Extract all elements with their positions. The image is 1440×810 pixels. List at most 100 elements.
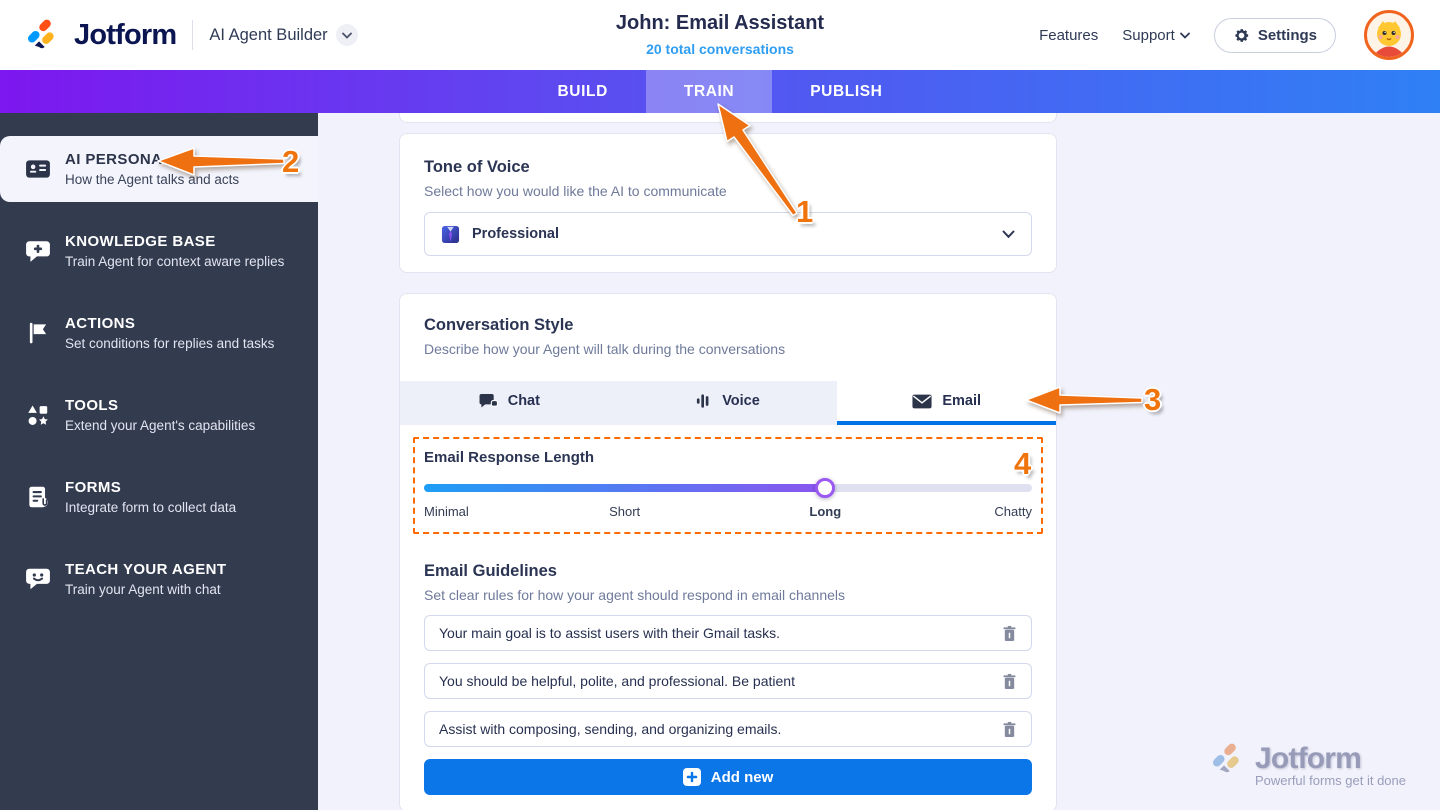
- jotform-watermark: Jotform Powerful forms get it done: [1211, 741, 1406, 788]
- trash-icon: [1003, 673, 1016, 689]
- settings-button[interactable]: Settings: [1213, 17, 1336, 53]
- conversation-style-subtitle: Describe how your Agent will talk during…: [424, 341, 786, 357]
- sidebar-item-subtitle: Extend your Agent's capabilities: [65, 418, 256, 433]
- settings-label: Settings: [1257, 26, 1317, 44]
- sidebar-item-subtitle: Set conditions for replies and tasks: [65, 336, 275, 351]
- slider-handle[interactable]: [815, 478, 836, 498]
- tone-of-voice-title: Tone of Voice: [424, 158, 530, 176]
- jotform-logo[interactable]: Jotform: [26, 17, 177, 53]
- gear-icon: [1235, 28, 1248, 42]
- support-menu[interactable]: Support: [1122, 27, 1190, 44]
- delete-guideline-button[interactable]: [1002, 721, 1017, 738]
- sidebar-item-subtitle: How the Agent talks and acts: [65, 172, 240, 187]
- slider-label-long[interactable]: Long: [809, 504, 841, 519]
- slider-label-short[interactable]: Short: [609, 504, 640, 519]
- email-response-length-section: Email Response Length Minimal Short Long…: [413, 437, 1043, 534]
- sidebar-item-ai-persona[interactable]: AI PERSONA How the Agent talks and acts: [0, 136, 318, 202]
- delete-guideline-button[interactable]: [1002, 673, 1017, 690]
- jotform-watermark-icon: [1212, 743, 1239, 773]
- slider-label-minimal[interactable]: Minimal: [424, 504, 469, 519]
- tab-train[interactable]: TRAIN: [645, 70, 773, 113]
- guideline-input[interactable]: Assist with composing, sending, and orga…: [424, 711, 1032, 747]
- chat-smile-icon: [26, 568, 50, 590]
- tab-build[interactable]: BUILD: [520, 70, 646, 113]
- sidebar-item-title: ACTIONS: [65, 315, 136, 332]
- ai-agent-builder-page: Jotform AI Agent Builder John: Email Ass…: [0, 0, 1440, 810]
- sidebar-item-knowledge-base[interactable]: KNOWLEDGE BASE Train Agent for context a…: [0, 218, 318, 284]
- tab-chat[interactable]: Chat: [400, 381, 619, 425]
- jotform-logo-icon: [27, 19, 54, 49]
- train-sidebar: AI PERSONA How the Agent talks and acts …: [0, 113, 318, 810]
- conversation-style-title: Conversation Style: [424, 316, 574, 334]
- email-guidelines-section: Email Guidelines Set clear rules for how…: [400, 562, 1056, 747]
- id-card-icon: [26, 160, 50, 178]
- agent-title: John: Email Assistant: [615, 12, 825, 34]
- watermark-brand: Jotform: [1254, 742, 1362, 775]
- sidebar-item-actions[interactable]: ACTIONS Set conditions for replies and t…: [0, 300, 318, 366]
- email-response-length-title: Email Response Length: [424, 449, 595, 466]
- email-guidelines-subtitle: Set clear rules for how your agent shoul…: [424, 587, 846, 603]
- chevron-down-icon: [1002, 230, 1015, 238]
- sidebar-item-title: KNOWLEDGE BASE: [65, 233, 216, 250]
- scrolled-card-edge: [399, 113, 1057, 123]
- support-label: Support: [1122, 26, 1175, 44]
- conversation-style-card: Conversation Style Describe how your Age…: [399, 293, 1057, 810]
- watermark-tagline: Powerful forms get it done: [1254, 773, 1406, 788]
- tab-publish[interactable]: PUBLISH: [772, 70, 920, 113]
- sidebar-item-title: AI PERSONA: [65, 151, 163, 168]
- sidebar-item-title: TEACH YOUR AGENT: [65, 561, 227, 578]
- header-actions: Features Support Settings: [1039, 10, 1414, 60]
- user-avatar[interactable]: [1364, 10, 1414, 60]
- sidebar-item-title: TOOLS: [65, 397, 119, 414]
- trash-icon: [1003, 721, 1016, 737]
- sidebar-item-tools[interactable]: TOOLS Extend your Agent's capabilities: [0, 382, 318, 448]
- builder-stage-nav: BUILD TRAIN PUBLISH: [0, 70, 1440, 113]
- jotform-wordmark: Jotform: [74, 18, 177, 51]
- slider-label-chatty[interactable]: Chatty: [994, 504, 1032, 519]
- agent-header: John: Email Assistant 20 total conversat…: [616, 12, 824, 57]
- sidebar-item-subtitle: Train your Agent with chat: [65, 582, 221, 597]
- professional-tie-icon: [441, 225, 460, 243]
- tab-voice-label: Voice: [722, 393, 760, 409]
- voice-bars-icon: [697, 394, 709, 408]
- chevron-down-icon: [1179, 32, 1190, 39]
- delete-guideline-button[interactable]: [1002, 625, 1017, 642]
- flag-icon: [29, 322, 47, 344]
- sidebar-item-subtitle: Train Agent for context aware replies: [65, 254, 285, 269]
- features-link[interactable]: Features: [1039, 27, 1098, 44]
- bubble-plus-icon: [26, 241, 50, 262]
- sidebar-item-subtitle: Integrate form to collect data: [65, 500, 237, 515]
- plus-icon: [682, 768, 701, 786]
- envelope-icon: [912, 394, 932, 408]
- tab-chat-label: Chat: [507, 393, 540, 409]
- guideline-text: Assist with composing, sending, and orga…: [439, 721, 782, 737]
- sidebar-item-title: FORMS: [65, 479, 122, 496]
- conversation-count[interactable]: 20 total conversations: [616, 41, 824, 57]
- train-content: Tone of Voice Select how you would like …: [318, 113, 1440, 810]
- shapes-icon: [28, 405, 48, 425]
- product-switcher[interactable]: AI Agent Builder: [209, 24, 358, 46]
- add-new-label: Add new: [710, 768, 774, 786]
- guideline-input[interactable]: You should be helpful, polite, and profe…: [424, 663, 1032, 699]
- email-guidelines-title: Email Guidelines: [424, 562, 557, 580]
- slider-labels: Minimal Short Long Chatty: [424, 504, 1032, 520]
- add-new-guideline-button[interactable]: Add new: [424, 759, 1032, 795]
- tab-email[interactable]: Email: [837, 381, 1057, 425]
- product-name: AI Agent Builder: [209, 25, 328, 44]
- sidebar-item-forms[interactable]: FORMS Integrate form to collect data: [0, 464, 318, 530]
- guideline-text: Your main goal is to assist users with t…: [439, 625, 781, 641]
- channel-tabs: Chat Voice Email: [400, 381, 1057, 425]
- form-paperclip-icon: [29, 486, 48, 508]
- guideline-input[interactable]: Your main goal is to assist users with t…: [424, 615, 1032, 651]
- trash-icon: [1003, 625, 1016, 641]
- sidebar-item-teach-your-agent[interactable]: TEACH YOUR AGENT Train your Agent with c…: [0, 546, 318, 612]
- tab-email-label: Email: [942, 393, 982, 409]
- slider-fill: [424, 484, 826, 492]
- tone-selected-value: Professional: [472, 226, 560, 242]
- tone-select[interactable]: Professional: [424, 212, 1032, 256]
- response-length-slider[interactable]: [424, 478, 1032, 498]
- app-header: Jotform AI Agent Builder John: Email Ass…: [0, 0, 1440, 70]
- chevron-down-icon[interactable]: [335, 24, 358, 46]
- header-divider: [192, 20, 194, 50]
- tab-voice[interactable]: Voice: [618, 381, 838, 425]
